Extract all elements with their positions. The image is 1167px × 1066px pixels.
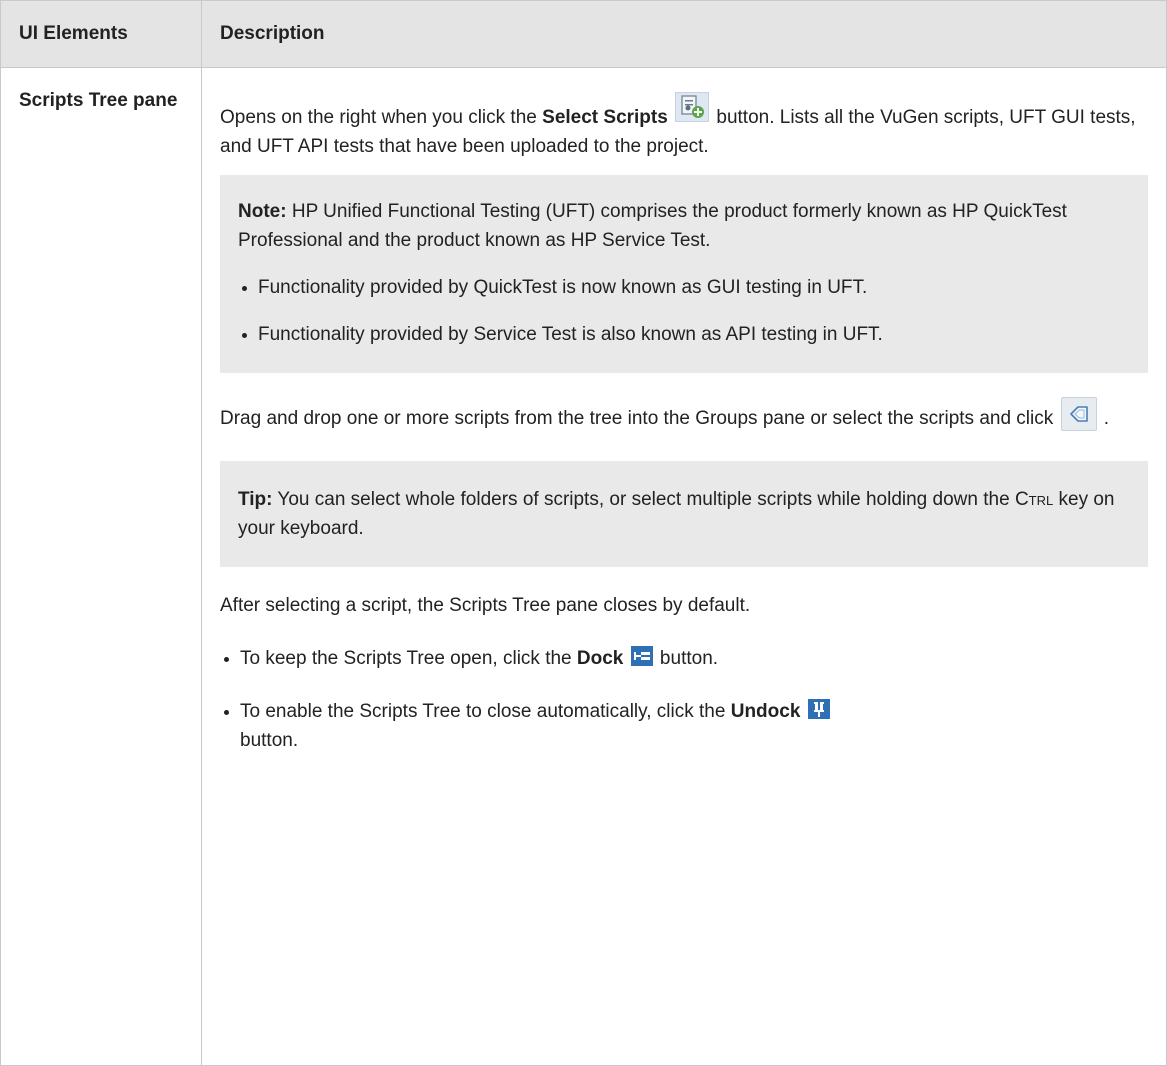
note-paragraph: Note: HP Unified Functional Testing (UFT… [238,201,1067,251]
list-item: To keep the Scripts Tree open, click the… [220,644,1148,673]
tip-label: Tip: [238,489,273,510]
dock-label: Dock [576,648,624,669]
dock-pin-icon[interactable] [630,646,653,666]
bullet-icon [224,710,229,715]
header-ui-elements: UI Elements [0,0,202,68]
list-item: Functionality provided by QuickTest is n… [238,273,1130,302]
ui-elements-table: UI Elements Description Scripts Tree pan… [0,0,1167,1066]
header-description: Description [201,0,1167,68]
tip-box: Tip: You can select whole folders of scr… [220,461,1148,567]
drag-paragraph: Drag and drop one or more scripts from t… [220,397,1148,441]
list-item: To enable the Scripts Tree to close auto… [220,697,1148,755]
list-item: Functionality provided by Service Test i… [238,320,1130,349]
select-scripts-label: Select Scripts [542,107,668,128]
tip-paragraph: Tip: You can select whole folders of scr… [238,489,1115,539]
undock-pin-icon[interactable] [807,699,830,719]
note-box: Note: HP Unified Functional Testing (UFT… [220,175,1148,373]
note-label: Note: [238,201,287,222]
table-header-row: UI Elements Description [0,0,1167,68]
ctrl-key-label: Ctrl [1014,489,1054,510]
description-cell: Opens on the right when you click the Se… [201,67,1167,1066]
after-select-paragraph: After selecting a script, the Scripts Tr… [220,595,751,616]
undock-label: Undock [730,701,801,722]
note-bullet-list: Functionality provided by QuickTest is n… [238,273,1130,349]
add-arrow-icon[interactable] [1060,397,1097,431]
select-scripts-icon[interactable] [675,92,710,122]
intro-paragraph: Opens on the right when you click the Se… [220,68,1148,161]
table-row: Scripts Tree pane Opens on the right whe… [0,67,1167,1066]
element-name: Scripts Tree pane [0,67,202,1066]
dock-bullet-list: To keep the Scripts Tree open, click the… [220,644,1148,755]
bullet-icon [242,333,247,338]
bullet-icon [242,286,247,291]
bullet-icon [224,657,229,662]
